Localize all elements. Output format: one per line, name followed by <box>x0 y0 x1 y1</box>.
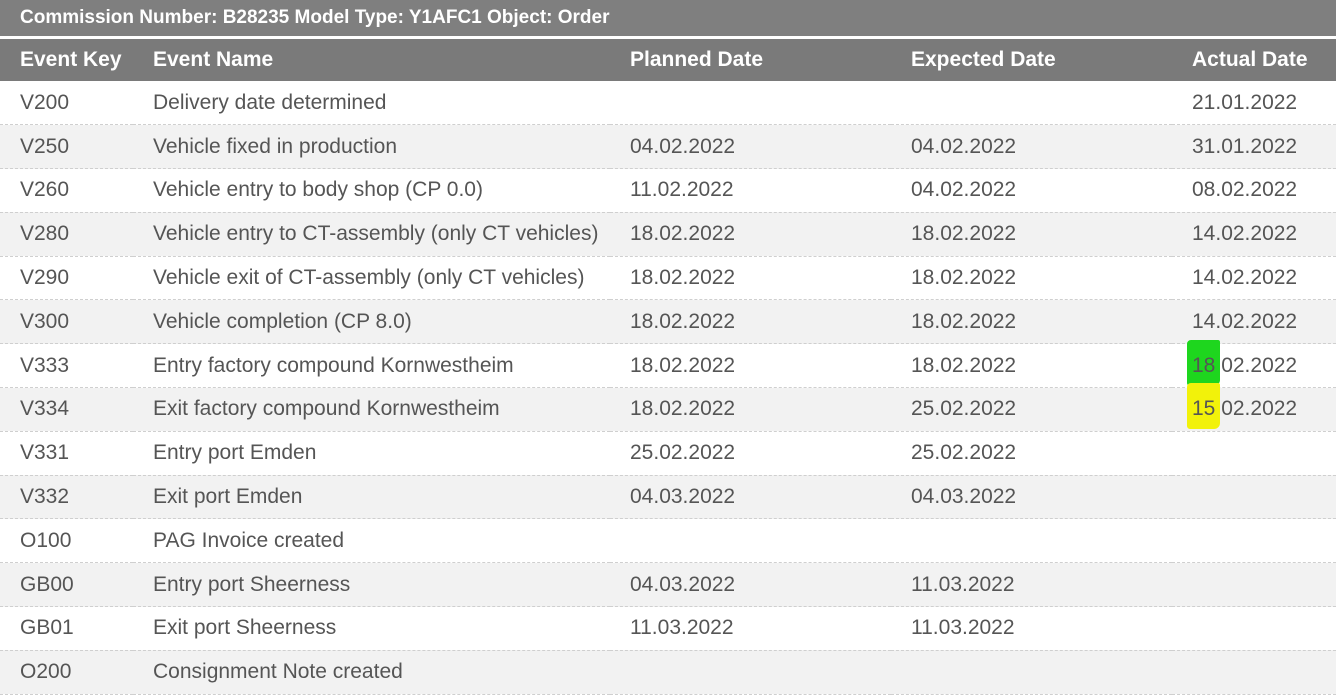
table-row[interactable]: V290 Vehicle exit of CT-assembly (only C… <box>0 256 1336 301</box>
table-row[interactable]: GB00 Entry port Sheerness 04.03.2022 11.… <box>0 562 1336 608</box>
actual-date-cell <box>1172 562 1336 608</box>
planned-date-cell: 18.02.2022 <box>610 387 891 432</box>
event-key-cell: V280 <box>0 212 133 257</box>
planned-date-cell: 18.02.2022 <box>610 299 891 345</box>
event-key-cell: GB00 <box>0 562 133 608</box>
expected-date-cell: 25.02.2022 <box>891 387 1172 432</box>
event-name-cell: PAG Invoice created <box>133 518 610 564</box>
actual-date-cell <box>1172 650 1336 695</box>
commission-title-bar: Commission Number: B28235 Model Type: Y1… <box>0 0 1336 36</box>
actual-date-cell: 14.02.2022 <box>1172 256 1336 301</box>
event-name-cell: Entry port Emden <box>133 431 610 476</box>
table-row[interactable]: V334 Exit factory compound Kornwestheim … <box>0 383 1336 432</box>
actual-date-cell: 14.02.2022 <box>1172 212 1336 257</box>
event-name-cell: Vehicle exit of CT-assembly (only CT veh… <box>133 256 610 301</box>
planned-date-cell: 11.03.2022 <box>610 606 891 651</box>
table-row[interactable]: V250 Vehicle fixed in production 04.02.2… <box>0 124 1336 170</box>
event-key-cell: V200 <box>0 81 133 126</box>
planned-date-cell: 04.03.2022 <box>610 475 891 520</box>
actual-date-cell: 15.02.2022 <box>1172 383 1336 432</box>
event-name-cell: Vehicle entry to CT-assembly (only CT ve… <box>133 212 610 257</box>
expected-date-cell: 18.02.2022 <box>891 299 1172 345</box>
column-header-event-key[interactable]: Event Key <box>0 39 133 81</box>
event-name-cell: Vehicle fixed in production <box>133 124 610 170</box>
table-header-row: Event Key Event Name Planned Date Expect… <box>0 39 1336 81</box>
actual-date-cell <box>1172 606 1336 651</box>
planned-date-cell: 18.02.2022 <box>610 343 891 389</box>
event-key-cell: GB01 <box>0 606 133 651</box>
event-key-cell: V300 <box>0 299 133 345</box>
expected-date-cell: 18.02.2022 <box>891 256 1172 301</box>
event-key-cell: V331 <box>0 431 133 476</box>
actual-date-cell <box>1172 518 1336 564</box>
actual-date-day: 15 <box>1192 397 1216 421</box>
highlighted-day: 18 <box>1187 339 1220 386</box>
event-name-cell: Consignment Note created <box>133 650 610 695</box>
actual-date-cell: 21.01.2022 <box>1172 81 1336 126</box>
table-row[interactable]: V260 Vehicle entry to body shop (CP 0.0)… <box>0 168 1336 213</box>
planned-date-cell <box>610 518 891 564</box>
expected-date-cell: 04.02.2022 <box>891 168 1172 213</box>
planned-date-cell: 18.02.2022 <box>610 212 891 257</box>
event-key-cell: V334 <box>0 387 133 432</box>
expected-date-cell: 25.02.2022 <box>891 431 1172 476</box>
expected-date-cell: 11.03.2022 <box>891 562 1172 608</box>
event-key-cell: V333 <box>0 343 133 389</box>
expected-date-cell <box>891 650 1172 695</box>
events-table: Event Key Event Name Planned Date Expect… <box>0 39 1336 695</box>
column-header-actual-date[interactable]: Actual Date <box>1172 39 1336 81</box>
actual-date-cell: 18.02.2022 <box>1172 339 1336 389</box>
event-name-cell: Exit port Sheerness <box>133 606 610 651</box>
event-tracking-panel: Commission Number: B28235 Model Type: Y1… <box>0 0 1336 695</box>
planned-date-cell: 04.03.2022 <box>610 562 891 608</box>
event-key-cell: O200 <box>0 650 133 695</box>
table-row[interactable]: V331 Entry port Emden 25.02.2022 25.02.2… <box>0 431 1336 476</box>
event-name-cell: Vehicle entry to body shop (CP 0.0) <box>133 168 610 213</box>
planned-date-cell: 25.02.2022 <box>610 431 891 476</box>
planned-date-cell: 11.02.2022 <box>610 168 891 213</box>
expected-date-cell: 04.02.2022 <box>891 124 1172 170</box>
expected-date-cell: 18.02.2022 <box>891 343 1172 389</box>
event-key-cell: O100 <box>0 518 133 564</box>
table-row[interactable]: O200 Consignment Note created <box>0 650 1336 695</box>
table-row[interactable]: V200 Delivery date determined 21.01.2022 <box>0 81 1336 126</box>
actual-date-cell: 14.02.2022 <box>1172 299 1336 345</box>
actual-date-rest: .02.2022 <box>1215 353 1298 377</box>
event-name-cell: Exit factory compound Kornwestheim <box>133 387 610 432</box>
actual-date-cell <box>1172 431 1336 476</box>
column-header-event-name[interactable]: Event Name <box>133 39 610 81</box>
event-key-cell: V290 <box>0 256 133 301</box>
actual-date-cell: 31.01.2022 <box>1172 124 1336 170</box>
event-key-cell: V332 <box>0 475 133 520</box>
event-name-cell: Vehicle completion (CP 8.0) <box>133 299 610 345</box>
event-name-cell: Entry factory compound Kornwestheim <box>133 343 610 389</box>
event-name-cell: Delivery date determined <box>133 81 610 126</box>
planned-date-cell <box>610 650 891 695</box>
table-row[interactable]: V332 Exit port Emden 04.03.2022 04.03.20… <box>0 475 1336 520</box>
event-name-cell: Exit port Emden <box>133 475 610 520</box>
expected-date-cell <box>891 81 1172 126</box>
table-row[interactable]: V300 Vehicle completion (CP 8.0) 18.02.2… <box>0 299 1336 345</box>
column-header-planned-date[interactable]: Planned Date <box>610 39 891 81</box>
event-key-cell: V250 <box>0 124 133 170</box>
table-row[interactable]: V333 Entry factory compound Kornwestheim… <box>0 339 1336 389</box>
actual-date-rest: .02.2022 <box>1215 397 1298 421</box>
expected-date-cell: 04.03.2022 <box>891 475 1172 520</box>
table-row[interactable]: V280 Vehicle entry to CT-assembly (only … <box>0 212 1336 257</box>
column-header-expected-date[interactable]: Expected Date <box>891 39 1172 81</box>
event-name-cell: Entry port Sheerness <box>133 562 610 608</box>
highlighted-day: 15 <box>1187 383 1220 430</box>
actual-date-cell <box>1172 475 1336 520</box>
expected-date-cell <box>891 518 1172 564</box>
planned-date-cell: 04.02.2022 <box>610 124 891 170</box>
actual-date-cell: 08.02.2022 <box>1172 168 1336 213</box>
event-key-cell: V260 <box>0 168 133 213</box>
planned-date-cell <box>610 81 891 126</box>
planned-date-cell: 18.02.2022 <box>610 256 891 301</box>
actual-date-day: 18 <box>1192 353 1216 377</box>
expected-date-cell: 18.02.2022 <box>891 212 1172 257</box>
table-row[interactable]: GB01 Exit port Sheerness 11.03.2022 11.0… <box>0 606 1336 651</box>
table-row[interactable]: O100 PAG Invoice created <box>0 518 1336 564</box>
expected-date-cell: 11.03.2022 <box>891 606 1172 651</box>
